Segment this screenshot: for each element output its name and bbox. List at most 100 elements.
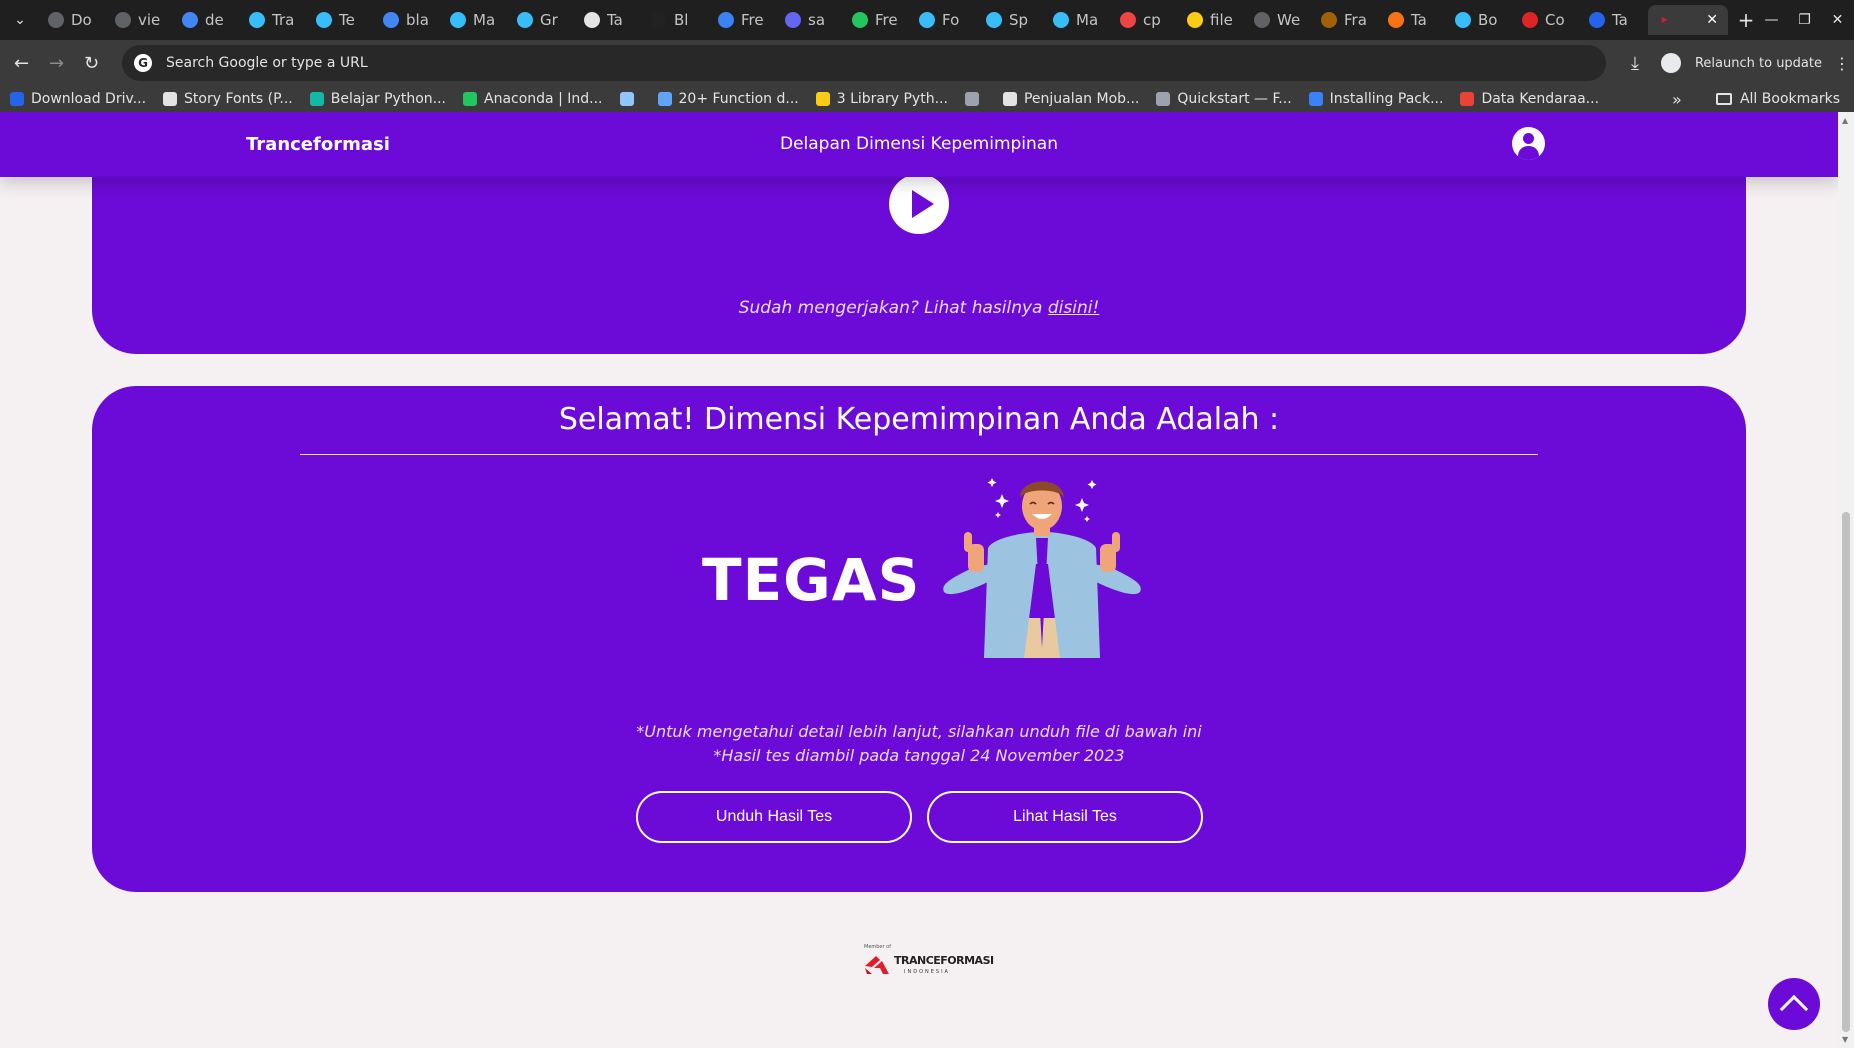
bookmark-item[interactable]: Download Driv...	[10, 91, 146, 107]
bookmark-item[interactable]: Anaconda | Ind...	[463, 91, 603, 107]
bookmark-favicon-icon	[1460, 92, 1475, 106]
browser-tab[interactable]: bla	[375, 5, 442, 35]
browser-tab[interactable]: Bo	[1447, 5, 1514, 35]
scroll-up-icon[interactable]: ▲	[1842, 116, 1848, 125]
browser-tab[interactable]: Fre	[710, 5, 777, 35]
tab-label: bla	[406, 11, 429, 29]
done-prompt: Sudah mengerjakan? Lihat hasilnya disini…	[92, 298, 1746, 318]
browser-tab[interactable]: Ma	[1045, 5, 1112, 35]
profile-avatar[interactable]	[1660, 53, 1681, 73]
tab-label: Ta	[607, 11, 623, 29]
forward-icon[interactable]: →	[39, 53, 74, 74]
bookmarks-bar: Download Driv... Story Fonts (P... Belajar…	[0, 86, 1854, 112]
bookmark-label: Installing Pack...	[1329, 91, 1444, 107]
browser-tab[interactable]: Te	[308, 5, 375, 35]
play-button[interactable]	[889, 174, 949, 234]
bookmark-favicon-icon	[1002, 92, 1017, 106]
browser-tab[interactable]: Fra	[1313, 5, 1380, 35]
play-icon	[912, 190, 934, 218]
more-menu-icon[interactable]: ⋮	[1830, 54, 1854, 73]
browser-tab[interactable]: Bl	[643, 5, 710, 35]
tab-favicon-icon	[1187, 12, 1203, 28]
browser-tab[interactable]: Ta	[576, 5, 643, 35]
browser-tab[interactable]: Ta	[1380, 5, 1447, 35]
result-title: Selamat! Dimensi Kepemimpinan Anda Adala…	[558, 402, 1280, 437]
browser-tab[interactable]: Fre	[844, 5, 911, 35]
address-placeholder: Search Google or type a URL	[166, 55, 368, 71]
logo-wordmark: TRANCEFORMASI	[894, 954, 994, 967]
browser-tab[interactable]: Tra	[241, 5, 308, 35]
close-tab-icon[interactable]: ✕	[1706, 12, 1718, 28]
browser-tab[interactable]: Co	[1514, 5, 1581, 35]
tab-favicon-icon	[1321, 12, 1337, 28]
bookmark-favicon-icon	[657, 92, 672, 106]
bookmark-item[interactable]: Installing Pack...	[1308, 91, 1444, 107]
bookmark-item[interactable]	[964, 92, 986, 106]
browser-tab[interactable]: file	[1179, 5, 1246, 35]
tab-favicon-icon	[852, 12, 868, 28]
all-bookmarks-button[interactable]: All Bookmarks	[1715, 91, 1840, 107]
address-bar[interactable]: G Search Google or type a URL	[122, 45, 1606, 81]
browser-tab[interactable]: de	[174, 5, 241, 35]
page-scrollbar[interactable]: ▲ ▼	[1838, 112, 1854, 1048]
browser-tab[interactable]: Do	[40, 5, 107, 35]
view-result-button[interactable]: Lihat Hasil Tes	[927, 791, 1203, 843]
tab-favicon-icon	[584, 12, 600, 28]
tab-label: Bl	[674, 11, 689, 29]
download-result-button[interactable]: Unduh Hasil Tes	[636, 791, 912, 843]
tab-favicon-icon	[1455, 12, 1471, 28]
tab-label: Tra	[272, 11, 295, 29]
browser-tab[interactable]: cp	[1112, 5, 1179, 35]
bookmark-label: Quickstart — F...	[1177, 91, 1292, 107]
tab-favicon-icon	[316, 12, 332, 28]
folder-icon	[1715, 93, 1732, 105]
tab-label: vie	[138, 11, 161, 29]
tab-label: Gr	[540, 11, 558, 29]
browser-tab[interactable]: Gr	[509, 5, 576, 35]
browser-tab[interactable]: Sp	[978, 5, 1045, 35]
bookmark-label: Download Driv...	[31, 91, 147, 107]
browser-tab[interactable]: Fo	[911, 5, 978, 35]
results-link[interactable]: disini!	[1048, 298, 1099, 318]
relaunch-button[interactable]: Relaunch to update	[1695, 56, 1822, 71]
tab-label: Fo	[942, 11, 960, 29]
tab-favicon-icon	[1120, 12, 1136, 28]
member-of-label: Member of	[864, 944, 891, 950]
bookmark-item[interactable]: Story Fonts (P...	[163, 91, 293, 107]
result-card: Selamat! Dimensi Kepemimpinan Anda Adala…	[92, 386, 1746, 892]
bookmark-item[interactable]: Belajar Python...	[309, 91, 446, 107]
browser-tab[interactable]: Ta	[1581, 5, 1648, 35]
bookmark-item[interactable]: 3 Library Pyth...	[815, 91, 948, 107]
scroll-down-icon[interactable]: ▼	[1842, 1035, 1848, 1044]
bookmark-item[interactable]: Data Kendaraa...	[1460, 91, 1599, 107]
browser-tab[interactable]: Ma	[442, 5, 509, 35]
tab-label: Fre	[875, 11, 898, 29]
reload-icon[interactable]: ↻	[74, 53, 109, 74]
bookmark-item[interactable]: Penjualan Mob...	[1002, 91, 1139, 107]
browser-tab[interactable]: We	[1246, 5, 1313, 35]
bookmark-favicon-icon	[309, 92, 324, 106]
tab-favicon-icon	[785, 12, 801, 28]
bookmark-label: Data Kendaraa...	[1481, 91, 1600, 107]
browser-tab[interactable]: vie	[107, 5, 174, 35]
back-icon[interactable]: ←	[4, 53, 39, 74]
more-bookmarks-icon[interactable]: »	[1672, 90, 1682, 109]
bookmark-item[interactable]	[619, 92, 641, 106]
close-window-icon[interactable]: ✕	[1821, 12, 1854, 28]
minimize-icon[interactable]: —	[1755, 12, 1788, 28]
tab-search-button[interactable]: ⌄	[0, 0, 40, 40]
tab-favicon-icon	[651, 12, 667, 28]
scroll-to-top-button[interactable]	[1768, 978, 1820, 1030]
bookmark-item[interactable]: Quickstart — F...	[1156, 91, 1292, 107]
active-tab[interactable]: ➤ ✕	[1648, 5, 1728, 35]
tab-label: Ma	[1076, 11, 1099, 29]
browser-tab[interactable]: sa	[777, 5, 844, 35]
bookmark-favicon-icon	[463, 92, 477, 106]
bookmark-item[interactable]: 20+ Function d...	[657, 91, 799, 107]
bookmark-favicon-icon	[619, 92, 634, 106]
restore-icon[interactable]: ❐	[1788, 12, 1821, 28]
user-account-icon[interactable]	[1512, 127, 1545, 160]
scroll-thumb[interactable]	[1842, 512, 1850, 1032]
tab-list: Do vie de Tra Te bla Ma Gr Ta Bl Fre sa Fre Fo Sp Ma cp f…	[40, 0, 1728, 40]
download-icon[interactable]: ⤓	[1617, 53, 1653, 74]
